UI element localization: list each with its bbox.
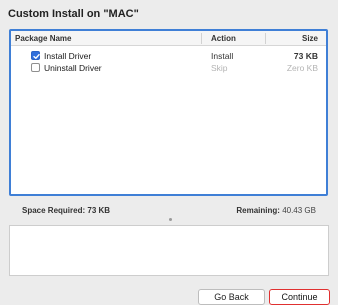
table-row[interactable]: Install Driver Install 73 KB: [11, 50, 326, 62]
checkmark-icon: [33, 53, 40, 59]
remaining-value: 40.43 GB: [282, 206, 316, 215]
column-divider: [201, 33, 202, 44]
uninstall-driver-checkbox[interactable]: [31, 63, 40, 72]
install-driver-checkbox[interactable]: [31, 51, 40, 60]
column-divider: [265, 33, 266, 44]
package-action: Skip: [211, 63, 228, 73]
remaining-label: Remaining:: [236, 206, 280, 215]
window-title: Custom Install on "MAC": [8, 8, 139, 20]
package-table: Package Name Action Size Install Driver …: [9, 29, 328, 196]
space-required: Space Required: 73 KB: [22, 206, 110, 215]
package-name: Install Driver: [44, 51, 92, 61]
split-resize-handle[interactable]: [169, 218, 172, 221]
column-header-size[interactable]: Size: [302, 34, 318, 43]
space-required-value: 73 KB: [87, 206, 111, 215]
continue-button[interactable]: Continue: [269, 289, 330, 305]
package-description-pane: [9, 225, 329, 276]
space-required-label: Space Required:: [22, 206, 86, 215]
package-name: Uninstall Driver: [44, 63, 102, 73]
table-header: Package Name Action Size: [11, 31, 326, 46]
column-header-package-name[interactable]: Package Name: [15, 34, 71, 43]
package-size: Zero KB: [286, 63, 318, 73]
go-back-button[interactable]: Go Back: [198, 289, 265, 305]
package-action: Install: [211, 51, 234, 61]
table-row[interactable]: Uninstall Driver Skip Zero KB: [11, 62, 326, 74]
custom-install-window: Custom Install on "MAC" Package Name Act…: [0, 0, 338, 305]
space-remaining: Remaining: 40.43 GB: [236, 206, 316, 215]
column-header-action[interactable]: Action: [211, 34, 236, 43]
package-size: 73 KB: [293, 51, 318, 61]
